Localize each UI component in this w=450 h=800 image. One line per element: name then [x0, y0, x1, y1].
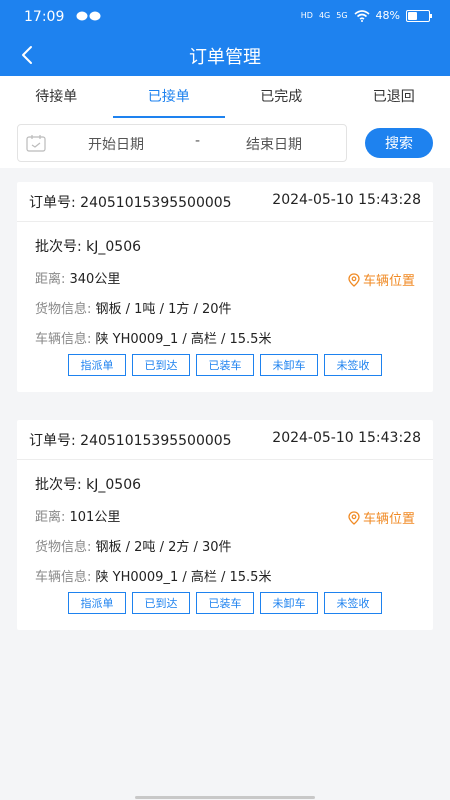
battery-icon — [406, 9, 432, 22]
status-tag-not-unloaded: 未卸车 — [260, 592, 318, 614]
network-5g-label: 5G — [336, 10, 348, 20]
order-card[interactable]: 订单号: 24051015395500005 2024-05-10 15:43:… — [17, 420, 433, 630]
tab-pending[interactable]: 待接单 — [0, 76, 113, 118]
goods-label: 货物信息: — [35, 540, 96, 555]
calendar-icon — [26, 135, 46, 152]
hd-label: HD — [300, 10, 313, 20]
distance-value: 101公里 — [69, 510, 121, 525]
date-separator: - — [195, 133, 201, 149]
distance-value: 340公里 — [69, 272, 121, 287]
vehicle-location-label: 车辆位置 — [362, 512, 415, 527]
battery-percent: 48% — [375, 9, 400, 22]
status-time: 17:09 — [24, 9, 65, 25]
order-number: 订单号: 24051015395500005 — [29, 195, 232, 211]
vehicle-row: 车辆信息: 陕 YH0009_1 / 高栏 / 15.5米 — [35, 328, 271, 347]
status-tag-arrived: 已到达 — [132, 354, 190, 376]
order-card[interactable]: 订单号: 24051015395500005 2024-05-10 15:43:… — [17, 182, 433, 392]
batch-number: 批次号: kJ_0506 — [35, 239, 142, 255]
order-card-header: 订单号: 24051015395500005 2024-05-10 15:43:… — [17, 182, 433, 222]
notification-icons — [76, 10, 102, 25]
vehicle-label: 车辆信息: — [35, 570, 96, 585]
status-right: HD 4G 5G 48% — [300, 9, 432, 22]
goods-row: 货物信息: 钢板 / 2吨 / 2方 / 30件 — [35, 536, 232, 555]
distance-row: 距离: 340公里 — [35, 268, 120, 287]
home-indicator — [135, 796, 315, 799]
start-date-field[interactable]: 开始日期 — [88, 134, 144, 154]
date-range-picker[interactable]: 开始日期 - 结束日期 — [17, 124, 347, 162]
location-pin-icon — [348, 272, 360, 287]
status-tag-arrived: 已到达 — [132, 592, 190, 614]
wifi-icon — [354, 9, 370, 22]
status-tags: 指派单 已到达 已装车 未卸车 未签收 — [68, 354, 382, 376]
order-time: 2024-05-10 15:43:28 — [272, 192, 421, 208]
status-tag-not-signed: 未签收 — [324, 592, 382, 614]
order-card-header: 订单号: 24051015395500005 2024-05-10 15:43:… — [17, 420, 433, 460]
app-header: 订单管理 — [0, 36, 450, 76]
status-bar: 17:09 HD 4G 5G 48% — [0, 0, 450, 36]
goods-label: 货物信息: — [35, 302, 96, 317]
distance-row: 距离: 101公里 — [35, 506, 120, 525]
vehicle-label: 车辆信息: — [35, 332, 96, 347]
order-number: 订单号: 24051015395500005 — [29, 433, 232, 449]
status-tag-not-signed: 未签收 — [324, 354, 382, 376]
status-tag-not-unloaded: 未卸车 — [260, 354, 318, 376]
goods-value: 钢板 / 1吨 / 1方 / 20件 — [95, 302, 232, 317]
status-tag-assigned: 指派单 — [68, 592, 126, 614]
vehicle-location-label: 车辆位置 — [362, 274, 415, 289]
vehicle-value: 陕 YH0009_1 / 高栏 / 15.5米 — [95, 570, 272, 585]
search-button[interactable]: 搜索 — [365, 128, 433, 158]
date-filter-bar: 开始日期 - 结束日期 搜索 — [0, 118, 450, 168]
end-date-field[interactable]: 结束日期 — [246, 134, 302, 154]
status-tag-loaded: 已装车 — [196, 592, 254, 614]
order-tabs: 待接单 已接单 已完成 已退回 — [0, 76, 450, 118]
status-tag-assigned: 指派单 — [68, 354, 126, 376]
vehicle-location-button[interactable]: 车辆位置 — [348, 508, 415, 527]
status-tag-loaded: 已装车 — [196, 354, 254, 376]
status-tags: 指派单 已到达 已装车 未卸车 未签收 — [68, 592, 382, 614]
network-4g-label: 4G — [318, 10, 331, 20]
distance-label: 距离: — [35, 510, 70, 525]
goods-value: 钢板 / 2吨 / 2方 / 30件 — [95, 540, 232, 555]
tab-completed[interactable]: 已完成 — [225, 76, 338, 118]
vehicle-location-button[interactable]: 车辆位置 — [348, 270, 415, 289]
tab-accepted[interactable]: 已接单 — [112, 76, 226, 118]
message-icon — [76, 11, 101, 21]
vehicle-row: 车辆信息: 陕 YH0009_1 / 高栏 / 15.5米 — [35, 566, 271, 585]
page-title: 订单管理 — [189, 47, 261, 68]
order-time: 2024-05-10 15:43:28 — [272, 430, 421, 446]
location-pin-icon — [348, 510, 360, 525]
distance-label: 距离: — [35, 272, 70, 287]
goods-row: 货物信息: 钢板 / 1吨 / 1方 / 20件 — [35, 298, 232, 317]
batch-number: 批次号: kJ_0506 — [35, 477, 142, 493]
vehicle-value: 陕 YH0009_1 / 高栏 / 15.5米 — [95, 332, 272, 347]
tab-returned[interactable]: 已退回 — [338, 76, 450, 118]
